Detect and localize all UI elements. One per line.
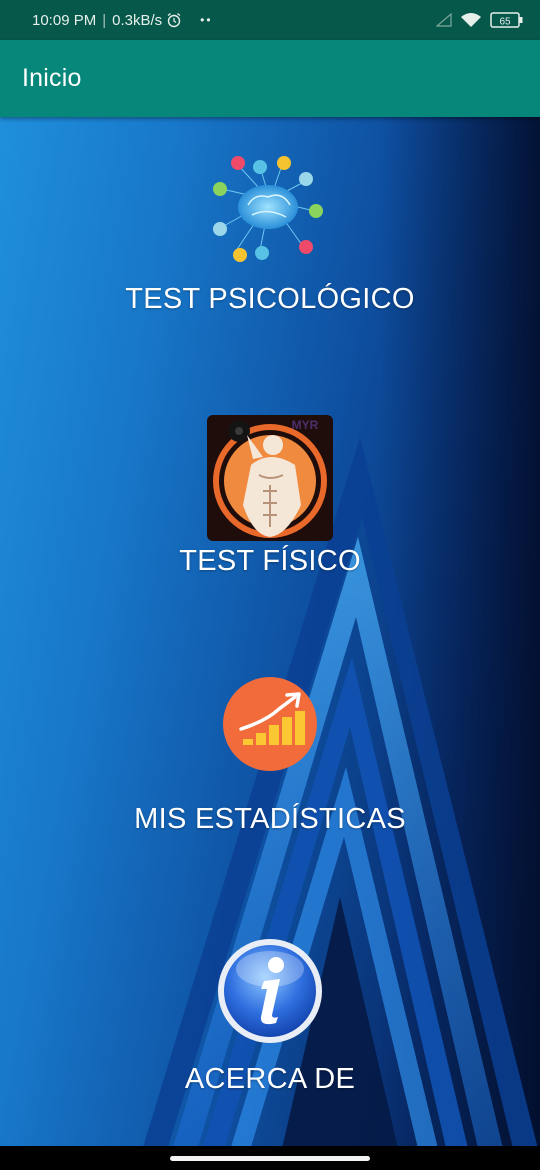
alarm-icon — [167, 12, 181, 28]
info-icon — [218, 939, 322, 1043]
menu-item-label: TEST PSICOLÓGICO — [125, 283, 415, 315]
status-time: 10:09 PM — [32, 11, 97, 29]
menu-item-psychological-test[interactable]: TEST PSICOLÓGICO — [0, 155, 540, 316]
main-content: TEST PSICOLÓGICO MYR TEST FÍSICO MIS EST… — [0, 117, 540, 1157]
status-bar: 10:09 PM | 0.3kB/s •• 65 — [0, 0, 540, 40]
wifi-icon — [461, 13, 481, 27]
menu-item-about[interactable]: ACERCA DE — [0, 937, 540, 1096]
page-title: Inicio — [22, 64, 82, 92]
bodybuilder-icon: MYR — [207, 415, 333, 541]
brain-network-icon — [213, 156, 323, 262]
network-speed: 0.3kB/s — [112, 11, 163, 29]
app-bar: Inicio — [0, 40, 540, 117]
menu-item-statistics[interactable]: MIS ESTADÍSTICAS — [0, 675, 540, 836]
menu-item-physical-test[interactable]: MYR TEST FÍSICO — [0, 415, 540, 578]
menu-item-label: MIS ESTADÍSTICAS — [134, 803, 406, 835]
logo-mark: MYR — [292, 418, 319, 432]
notification-dots: •• — [200, 13, 213, 27]
battery-level: 65 — [499, 17, 511, 28]
menu-item-label: ACERCA DE — [184, 1063, 356, 1095]
growth-chart-icon — [223, 677, 317, 771]
menu-item-label: TEST FÍSICO — [179, 545, 361, 577]
signal-icon — [436, 13, 452, 27]
battery-icon: 65 — [490, 12, 523, 28]
home-gesture-handle[interactable] — [170, 1156, 370, 1161]
navigation-bar — [0, 1146, 540, 1170]
status-separator: | — [102, 11, 107, 29]
